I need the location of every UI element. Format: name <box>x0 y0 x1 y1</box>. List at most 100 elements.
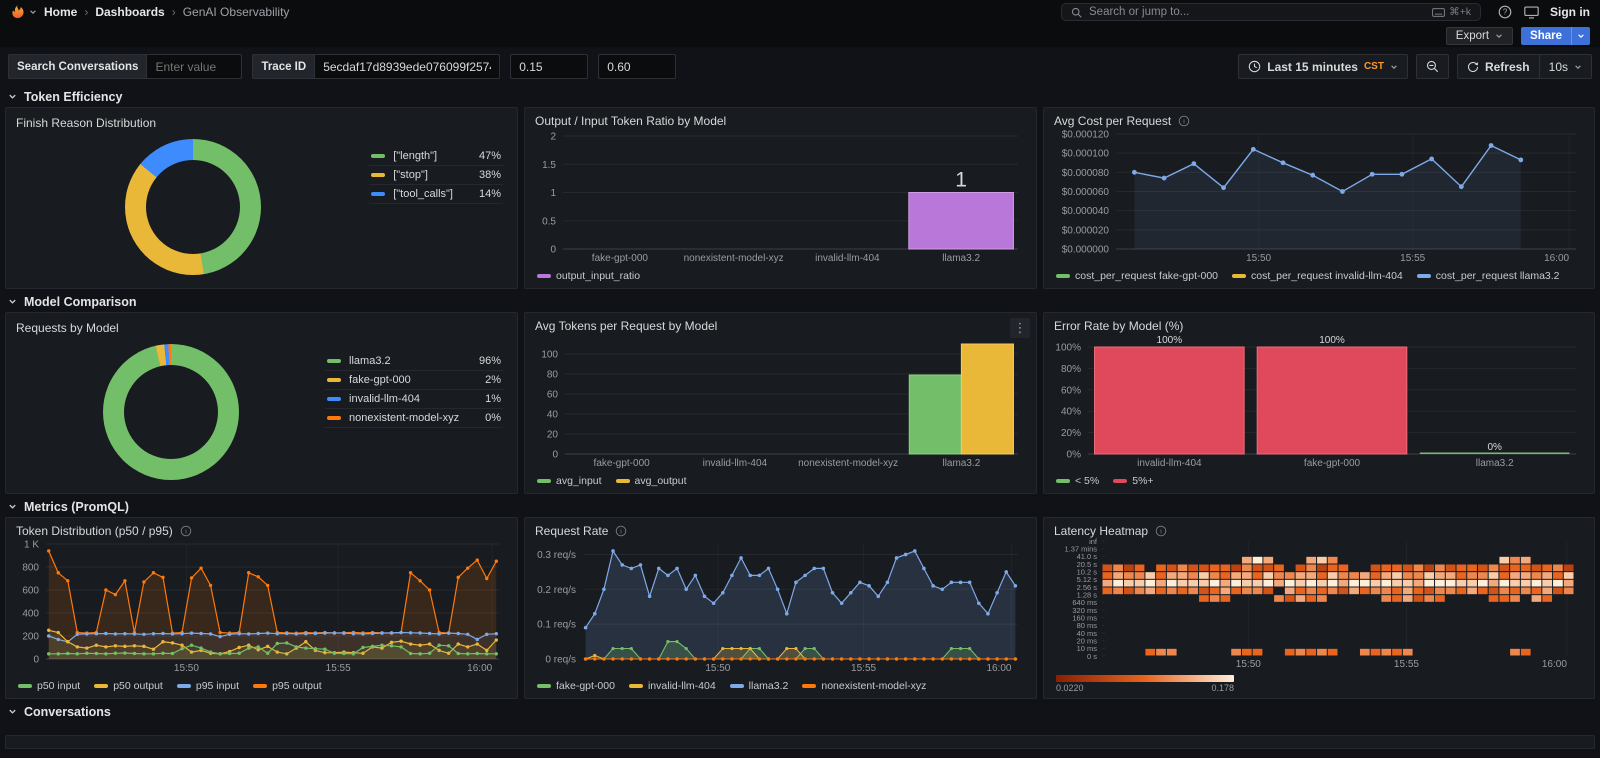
line-chart[interactable]: $0.000000 $0.000020 $0.000040 $0.000060 $0.0… <box>1054 128 1584 269</box>
legend-label: cost_per_request invalid-llm-404 <box>1251 270 1403 283</box>
svg-text:0.1 req/s: 0.1 req/s <box>537 620 576 631</box>
legend-swatch <box>327 359 342 363</box>
time-range-picker[interactable]: Last 15 minutes CST <box>1238 54 1408 79</box>
svg-text:0.3 req/s: 0.3 req/s <box>537 550 576 561</box>
monitor-icon[interactable] <box>1524 6 1539 19</box>
param1-input[interactable] <box>510 54 589 79</box>
section-token-efficiency[interactable]: Token Efficiency <box>0 86 1600 107</box>
legend-swatch <box>1232 274 1247 279</box>
svg-text:0%: 0% <box>1067 450 1082 461</box>
legend-item[interactable]: ["tool_calls"] 14% <box>369 185 503 204</box>
legend-label: p50 output <box>113 680 163 693</box>
section-conversations[interactable]: Conversations <box>0 701 1600 722</box>
legend-item[interactable]: cost_per_request invalid-llm-404 <box>1232 270 1403 282</box>
legend-swatch <box>253 684 268 689</box>
svg-text:$0.000120: $0.000120 <box>1062 130 1110 141</box>
legend-swatch <box>371 173 386 177</box>
legend-item[interactable]: avg_input <box>537 475 602 487</box>
share-button[interactable]: Share <box>1521 26 1571 45</box>
panel-title: Avg Tokens per Request by Model <box>535 319 1026 333</box>
panel-title: Token Distribution (p50 / p95) i <box>16 524 507 538</box>
panel-title-text: Latency Heatmap <box>1054 524 1149 538</box>
svg-text:0%: 0% <box>1487 442 1502 453</box>
heatmap-chart[interactable]: inf 1.37 mins 41.0 s 20.5 s 10.2 s 5.12 s 2.56… <box>1054 537 1584 675</box>
legend-item[interactable]: nonexistent-model-xyz <box>802 680 926 692</box>
bar-chart[interactable]: 0 20 40 60 80 100 fake-gpt-000 invalid-llm-404 n… <box>535 333 1026 474</box>
legend-item[interactable]: nonexistent-model-xyz 0% <box>325 409 503 428</box>
legend-item[interactable]: p50 output <box>94 680 163 692</box>
legend-item[interactable]: invalid-llm-404 1% <box>325 390 503 409</box>
top-navigation: Home › Dashboards › GenAI Observability … <box>0 0 1600 24</box>
zoom-out-button[interactable] <box>1415 54 1449 79</box>
legend-swatch <box>1056 274 1070 279</box>
share-menu-button[interactable] <box>1571 26 1590 45</box>
legend-item[interactable]: p95 input <box>176 680 239 692</box>
svg-text:0.5: 0.5 <box>542 217 556 228</box>
legend-item[interactable]: llama3.2 <box>729 680 789 693</box>
panel-title-text: Error Rate by Model (%) <box>1054 319 1184 334</box>
panel-avg-cost-per-request: Avg Cost per Request i $0.000000 $0.00002… <box>1043 107 1595 289</box>
legend-item[interactable]: p50 input <box>18 680 80 692</box>
legend-item[interactable]: fake-gpt-000 <box>537 680 615 692</box>
help-icon[interactable]: ? <box>1498 5 1512 19</box>
legend-swatch <box>537 274 551 279</box>
svg-text:16:00: 16:00 <box>467 663 492 674</box>
legend-value: 47% <box>478 150 501 162</box>
panel-title: Avg Cost per Request i <box>1054 114 1584 128</box>
legend-swatch <box>327 378 342 382</box>
svg-text:100%: 100% <box>1055 343 1081 354</box>
breadcrumb-dashboards[interactable]: Dashboards <box>95 5 164 19</box>
svg-text:1: 1 <box>550 188 556 199</box>
line-chart[interactable]: 0 200 400 600 800 1 K 15:50 15:55 16:00 <box>16 538 507 679</box>
svg-text:0: 0 <box>33 655 39 666</box>
legend-label: avg_input <box>556 475 602 488</box>
svg-text:15:55: 15:55 <box>1400 253 1425 264</box>
legend-value: 14% <box>478 188 501 200</box>
refresh-interval-dropdown[interactable]: 10s <box>1539 54 1592 79</box>
grafana-logo[interactable] <box>10 4 37 20</box>
legend-item[interactable]: ["length"] 47% <box>369 147 503 166</box>
svg-text:$0.000040: $0.000040 <box>1062 207 1110 218</box>
legend-item[interactable]: 5%+ <box>1113 475 1154 487</box>
breadcrumb-separator: › <box>84 5 89 19</box>
legend-label: ["tool_calls"] <box>393 188 453 200</box>
svg-text:1: 1 <box>955 169 967 192</box>
legend-item[interactable]: output_input_ratio <box>537 270 640 282</box>
sign-in-link[interactable]: Sign in <box>1550 5 1590 19</box>
global-search-input[interactable]: Search or jump to... ⌘+k <box>1061 3 1481 21</box>
legend-item[interactable]: cost_per_request fake-gpt-000 <box>1056 270 1218 282</box>
timezone-label: CST <box>1363 61 1384 72</box>
section-metrics-promql[interactable]: Metrics (PromQL) <box>0 496 1600 517</box>
svg-text:0.2 req/s: 0.2 req/s <box>537 585 576 596</box>
export-button[interactable]: Export <box>1445 26 1514 45</box>
bar-chart[interactable]: 0% 20% 40% 60% 80% 100% invalid-llm-404 fake-gp… <box>1054 333 1584 474</box>
legend-item[interactable]: < 5% <box>1056 475 1099 487</box>
param2-input[interactable] <box>598 54 677 79</box>
section-model-comparison[interactable]: Model Comparison <box>0 291 1600 312</box>
svg-text:15:50: 15:50 <box>1236 659 1261 670</box>
search-conversations-input[interactable] <box>146 54 243 79</box>
panel-title-text: Avg Tokens per Request by Model <box>535 319 718 334</box>
legend-item[interactable]: fake-gpt-000 2% <box>325 371 503 390</box>
legend-item[interactable]: p95 output <box>253 680 322 692</box>
breadcrumb-home[interactable]: Home <box>44 5 77 19</box>
legend-item[interactable]: invalid-llm-404 <box>628 680 716 692</box>
refresh-button[interactable]: Refresh <box>1456 54 1540 79</box>
legend-swatch <box>1056 479 1070 484</box>
legend-item[interactable]: llama3.2 96% <box>325 352 503 371</box>
chevron-down-icon <box>1578 33 1584 38</box>
bar-chart[interactable]: 0 0.5 1 1.5 2 fake-gpt-000 nonexistent-model-x… <box>535 128 1026 269</box>
legend-swatch <box>94 684 109 689</box>
legend-item[interactable]: cost_per_request llama3.2 <box>1416 270 1560 282</box>
svg-text:15:50: 15:50 <box>174 663 199 674</box>
panel-title: Requests by Model <box>16 319 507 336</box>
legend-item[interactable]: avg_output <box>615 475 687 487</box>
line-chart[interactable]: 0 req/s 0.1 req/s 0.2 req/s 0.3 req/s 15:50 1… <box>535 538 1026 679</box>
trace-id-input[interactable] <box>314 54 501 79</box>
legend-label: llama3.2 <box>748 680 789 693</box>
svg-text:15:50: 15:50 <box>1246 253 1271 264</box>
legend-item[interactable]: ["stop"] 38% <box>369 166 503 185</box>
svg-text:fake-gpt-000: fake-gpt-000 <box>592 253 649 264</box>
svg-text:llama3.2: llama3.2 <box>942 253 980 264</box>
heatmap-colorbar: 0.0220 0.178 <box>1054 675 1584 693</box>
